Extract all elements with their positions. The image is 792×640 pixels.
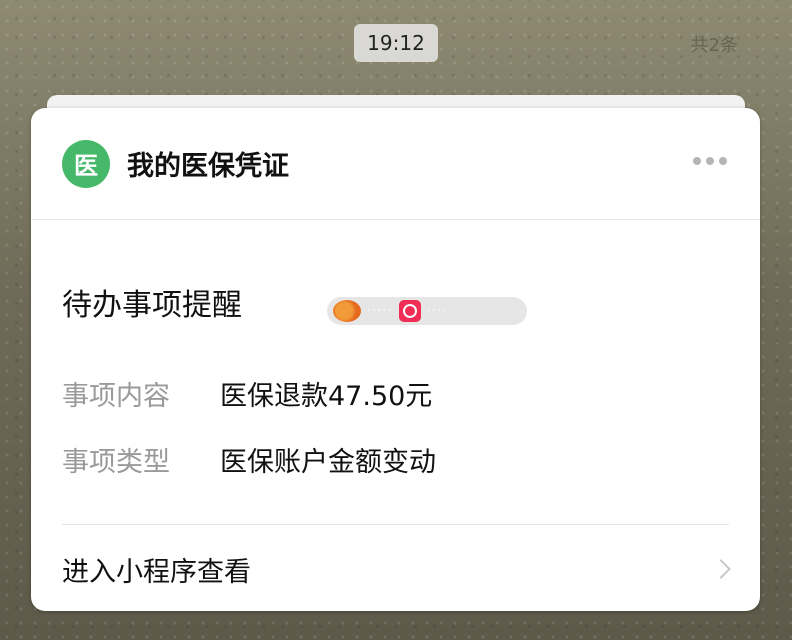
watermark-text-2: ····: [426, 303, 448, 319]
card-header: 医 我的医保凭证: [31, 108, 760, 220]
watermark: ····· ····: [327, 297, 527, 325]
more-dots-icon[interactable]: [691, 153, 729, 169]
reminder-title: 待办事项提醒: [62, 288, 242, 323]
field-value: 医保账户金额变动: [220, 447, 436, 478]
medical-insurance-logo-icon: 医: [62, 139, 110, 188]
logo-char: 医: [74, 152, 98, 180]
open-mini-program-label: 进入小程序查看: [62, 556, 251, 588]
watermark-app-icon: [398, 300, 421, 322]
open-mini-program-button[interactable]: 进入小程序查看: [31, 525, 760, 613]
field-value: 医保退款47.50元: [220, 381, 433, 412]
field-label: 事项内容: [62, 381, 170, 412]
field-label: 事项类型: [62, 447, 170, 478]
app-name: 我的医保凭证: [127, 151, 289, 182]
chevron-right-icon: [711, 559, 731, 579]
time-pill: 19:12: [354, 24, 438, 62]
notification-counter: 共2条: [690, 35, 738, 56]
watermark-text: ·····: [367, 303, 393, 319]
time-text: 19:12: [367, 31, 425, 55]
field-row-type: 事项类型 医保账户金额变动: [62, 440, 436, 479]
notification-card[interactable]: 医 我的医保凭证 待办事项提醒 ····· ···· 事项内容 医保退款47.5…: [31, 108, 760, 611]
watermark-logo-icon: [333, 300, 361, 322]
field-row-content: 事项内容 医保退款47.50元: [62, 374, 432, 413]
